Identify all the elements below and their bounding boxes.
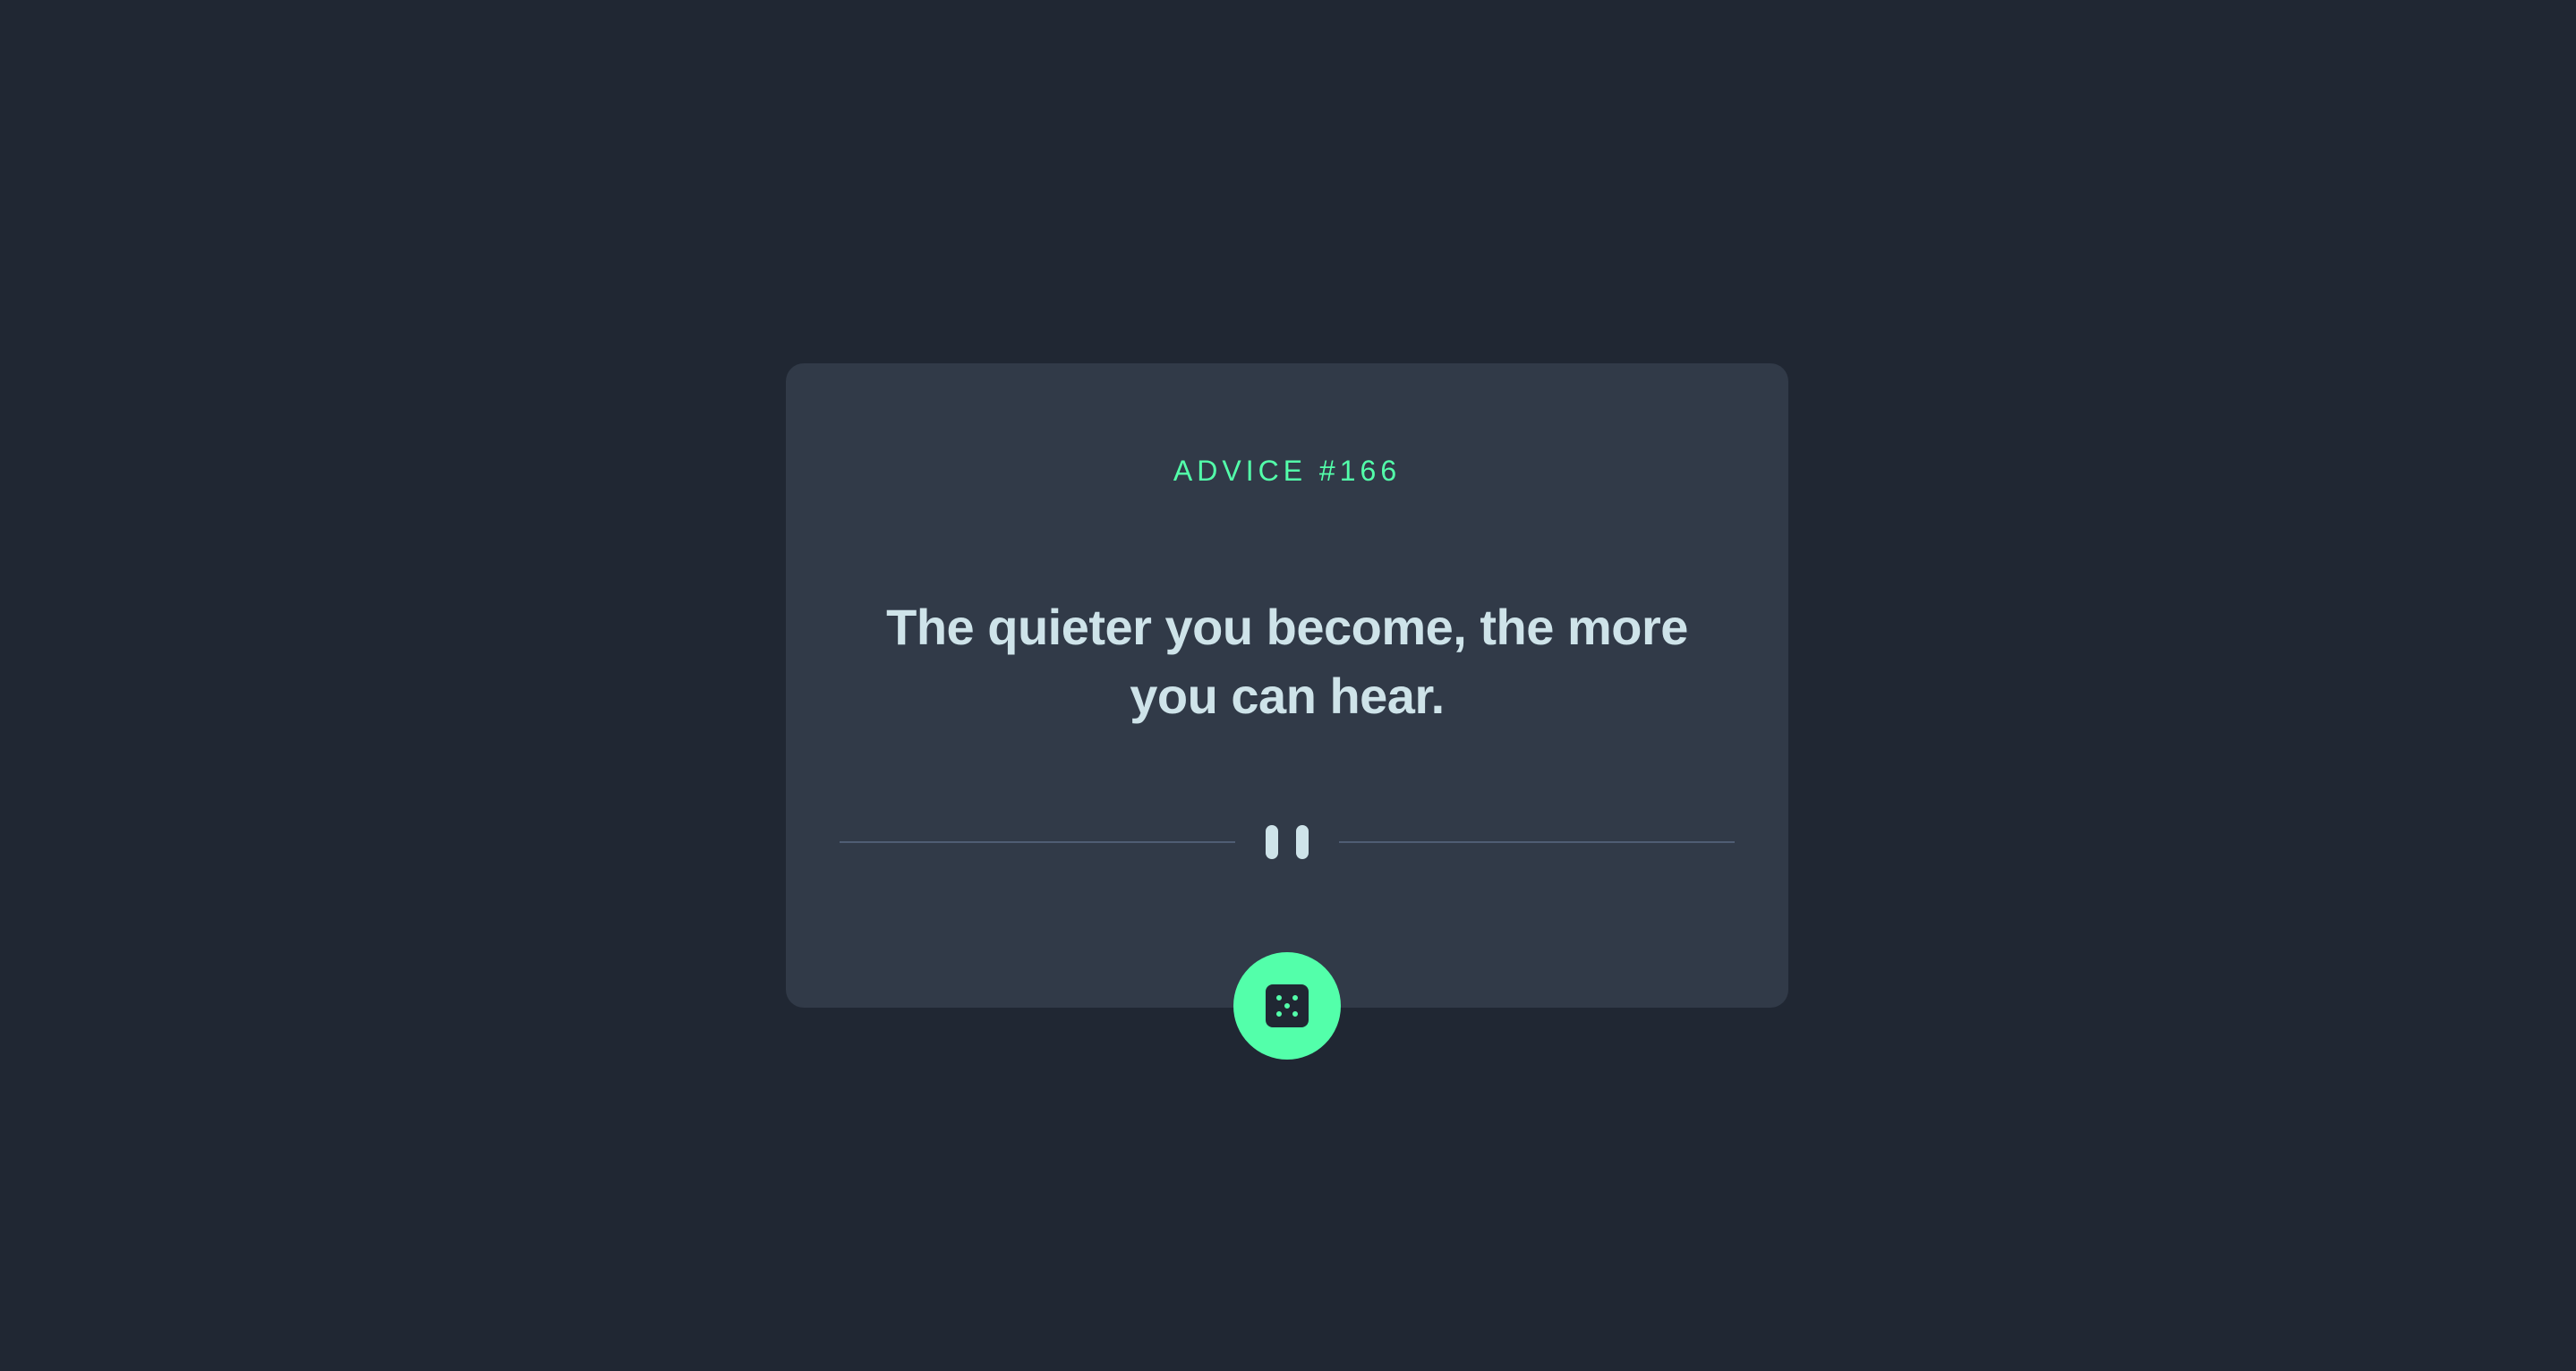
advice-number: ADVICE #166 — [1173, 455, 1402, 487]
generate-advice-button[interactable] — [1233, 952, 1341, 1060]
pause-icon — [1264, 825, 1310, 859]
advice-quote: The quieter you become, the more you can… — [886, 599, 1688, 724]
advice-card: ADVICE #166 The quieter you become, the … — [786, 363, 1788, 1008]
divider-line-right — [1339, 841, 1735, 843]
pattern-divider — [840, 823, 1735, 861]
pause-bar-left — [1266, 825, 1278, 859]
pause-bar-right — [1296, 825, 1309, 859]
dice-icon — [1266, 984, 1309, 1027]
divider-line-left — [840, 841, 1235, 843]
